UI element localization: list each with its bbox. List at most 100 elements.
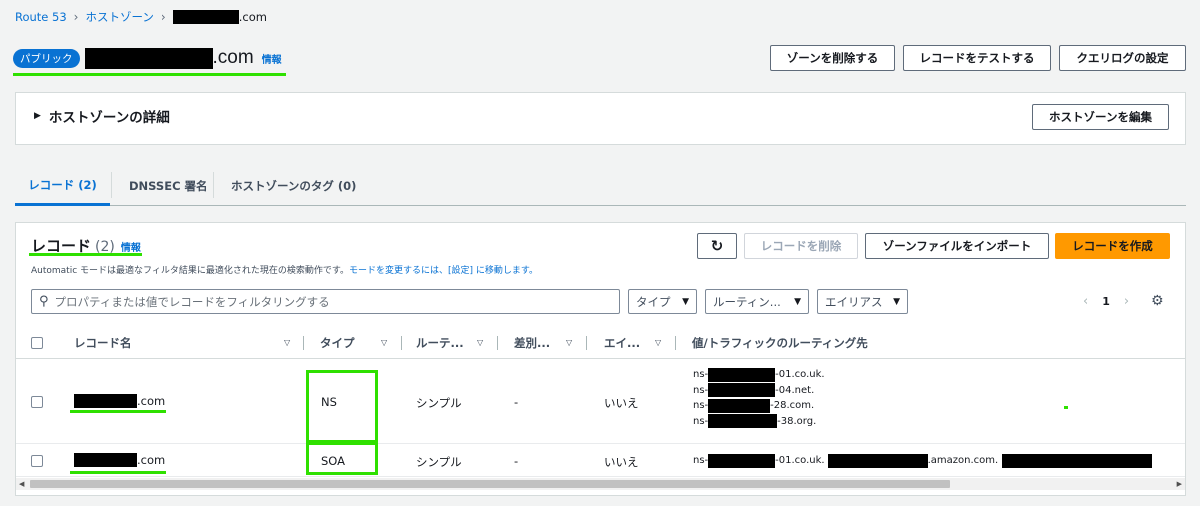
header-info-link[interactable]: 情報 <box>262 51 282 66</box>
query-log-button[interactable]: クエリログの設定 <box>1059 45 1186 71</box>
row-checkbox[interactable] <box>31 455 43 467</box>
sort-icon[interactable]: ▽ <box>381 338 387 347</box>
tab-dnssec[interactable]: DNSSEC 署名 <box>129 166 208 206</box>
column-divider <box>675 336 676 350</box>
page-header: パブリック .com 情報 <box>13 46 282 70</box>
test-record-button[interactable]: レコードをテストする <box>903 45 1051 71</box>
type-filter-dropdown[interactable]: タイプ ▼ <box>628 289 697 314</box>
record-name-suffix: .com <box>137 453 166 467</box>
horizontal-scrollbar[interactable]: ◀ ▶ <box>16 478 1185 490</box>
record-values: ns- -01.co.uk. .amazon.com. <box>693 453 1153 469</box>
chevron-right-icon: › <box>160 10 166 24</box>
routing-filter-label: ルーティン... <box>713 294 781 309</box>
col-value[interactable]: 値/トラフィックのルーティング先 <box>692 327 868 359</box>
gear-icon[interactable]: ⚙ <box>1151 293 1164 309</box>
value-line: ns- -04.net. <box>693 383 815 398</box>
column-divider <box>497 336 498 350</box>
routing-filter-dropdown[interactable]: ルーティン... ▼ <box>705 289 809 314</box>
record-type: SOA <box>321 454 346 468</box>
caret-down-icon: ▼ <box>682 296 689 307</box>
scroll-left-icon[interactable]: ◀ <box>19 478 24 490</box>
value-line: ns- -01.co.uk. <box>693 367 825 382</box>
change-mode-link[interactable]: モードを変更するには、[設定] に移動します。 <box>349 266 538 276</box>
highlight-underline <box>29 253 142 256</box>
edit-hosted-zone-button[interactable]: ホストゾーンを編集 <box>1032 104 1169 130</box>
search-placeholder: プロパティまたは値でレコードをフィルタリングする <box>54 294 330 309</box>
breadcrumb-route53-link[interactable]: Route 53 <box>15 10 67 24</box>
refresh-icon: ↻ <box>710 237 724 255</box>
sort-icon[interactable]: ▽ <box>477 338 483 347</box>
row-checkbox[interactable] <box>31 396 43 408</box>
highlight-underline <box>70 410 166 413</box>
value-line: ns- -38.org. <box>693 414 817 429</box>
col-record-name[interactable]: レコード名 <box>74 327 132 359</box>
breadcrumb-hosted-zones-link[interactable]: ホストゾーン <box>85 9 153 25</box>
select-all-checkbox[interactable] <box>31 337 43 349</box>
table-row[interactable]: .com NS シンプル - いいえ ns- -01.co.uk. ns- -04.… <box>16 360 1185 444</box>
create-record-button[interactable]: レコードを作成 <box>1055 233 1170 259</box>
pagination: ‹ 1 › <box>1076 294 1136 309</box>
scroll-right-icon[interactable]: ▶ <box>1177 478 1182 490</box>
table-row[interactable]: .com SOA シンプル - いいえ ns- -01.co.uk. .amazo… <box>16 442 1185 477</box>
highlight-box <box>306 370 378 443</box>
highlight-underline <box>70 471 166 474</box>
hosted-zone-details-panel: ▶ ホストゾーンの詳細 ホストゾーンを編集 <box>15 92 1186 145</box>
record-alias: いいえ <box>604 396 639 410</box>
alias-filter-dropdown[interactable]: エイリアス ▼ <box>817 289 908 314</box>
next-page-icon[interactable]: › <box>1124 294 1129 309</box>
search-icon: ⚲ <box>39 294 49 309</box>
refresh-button[interactable]: ↻ <box>697 233 737 259</box>
breadcrumb: Route 53 › ホストゾーン › .com <box>15 9 267 25</box>
record-name-suffix: .com <box>137 394 166 408</box>
caret-right-icon: ▶ <box>34 111 41 121</box>
column-divider <box>586 336 587 350</box>
sort-icon[interactable]: ▽ <box>655 338 661 347</box>
redacted-domain <box>74 453 137 467</box>
details-toggle[interactable]: ▶ ホストゾーンの詳細 <box>34 106 170 126</box>
delete-zone-button[interactable]: ゾーンを削除する <box>770 45 895 71</box>
caret-down-icon: ▼ <box>794 296 801 307</box>
sort-icon[interactable]: ▽ <box>566 338 572 347</box>
record-values: ns- -01.co.uk. ns- -04.net. ns- -28.com. ns… <box>693 367 825 429</box>
note-text: Automatic モードは最適なフィルタ結果に最適化された現在の検索動作です。 <box>31 266 349 276</box>
record-alias: いいえ <box>604 455 639 469</box>
import-zone-file-button[interactable]: ゾーンファイルをインポート <box>865 233 1049 259</box>
sort-icon[interactable]: ▽ <box>284 338 290 347</box>
redacted-domain <box>172 10 239 24</box>
search-mode-note: Automatic モードは最適なフィルタ結果に最適化された現在の検索動作です。… <box>31 263 538 276</box>
records-panel: レコード (2) 情報 Automatic モードは最適なフィルタ結果に最適化さ… <box>15 222 1186 496</box>
delete-record-button[interactable]: レコードを削除 <box>744 233 858 259</box>
col-routing[interactable]: ルーテ... <box>416 327 464 359</box>
col-alias[interactable]: エイ... <box>604 327 640 359</box>
highlight-mark <box>1064 406 1068 409</box>
type-filter-label: タイプ <box>636 294 671 309</box>
value-line: ns- -01.co.uk. .amazon.com. <box>693 453 1153 469</box>
record-filter-input[interactable]: ⚲ プロパティまたは値でレコードをフィルタリングする <box>31 289 620 314</box>
current-page[interactable]: 1 <box>1102 295 1110 308</box>
records-info-link[interactable]: 情報 <box>121 239 141 254</box>
alias-filter-label: エイリアス <box>825 294 883 309</box>
scrollbar-thumb[interactable] <box>30 480 950 488</box>
tab-bar: レコード (2) DNSSEC 署名 ホストゾーンのタグ (0) <box>15 166 1186 206</box>
record-routing: シンプル <box>416 396 462 410</box>
value-line: ns- -28.com. <box>693 398 815 413</box>
tab-records[interactable]: レコード (2) <box>15 166 110 206</box>
table-header: レコード名 ▽ タイプ ▽ ルーテ... ▽ 差別... ▽ エイ... ▽ 値… <box>16 327 1185 359</box>
record-routing: シンプル <box>416 455 462 469</box>
column-divider <box>401 336 402 350</box>
record-type: NS <box>321 395 337 409</box>
tab-tags[interactable]: ホストゾーンのタグ (0) <box>231 166 356 206</box>
record-diff: - <box>514 395 519 409</box>
highlight-underline <box>13 73 286 76</box>
chevron-right-icon: › <box>73 10 79 24</box>
column-divider <box>303 336 304 350</box>
tab-divider <box>111 172 112 198</box>
record-name: .com <box>74 453 165 467</box>
redacted-domain <box>84 47 213 69</box>
col-diff[interactable]: 差別... <box>514 327 550 359</box>
prev-page-icon[interactable]: ‹ <box>1083 294 1088 309</box>
record-name: .com <box>74 394 165 408</box>
redacted-domain <box>74 394 137 408</box>
page-title: .com <box>212 47 254 68</box>
col-type[interactable]: タイプ <box>320 327 355 359</box>
